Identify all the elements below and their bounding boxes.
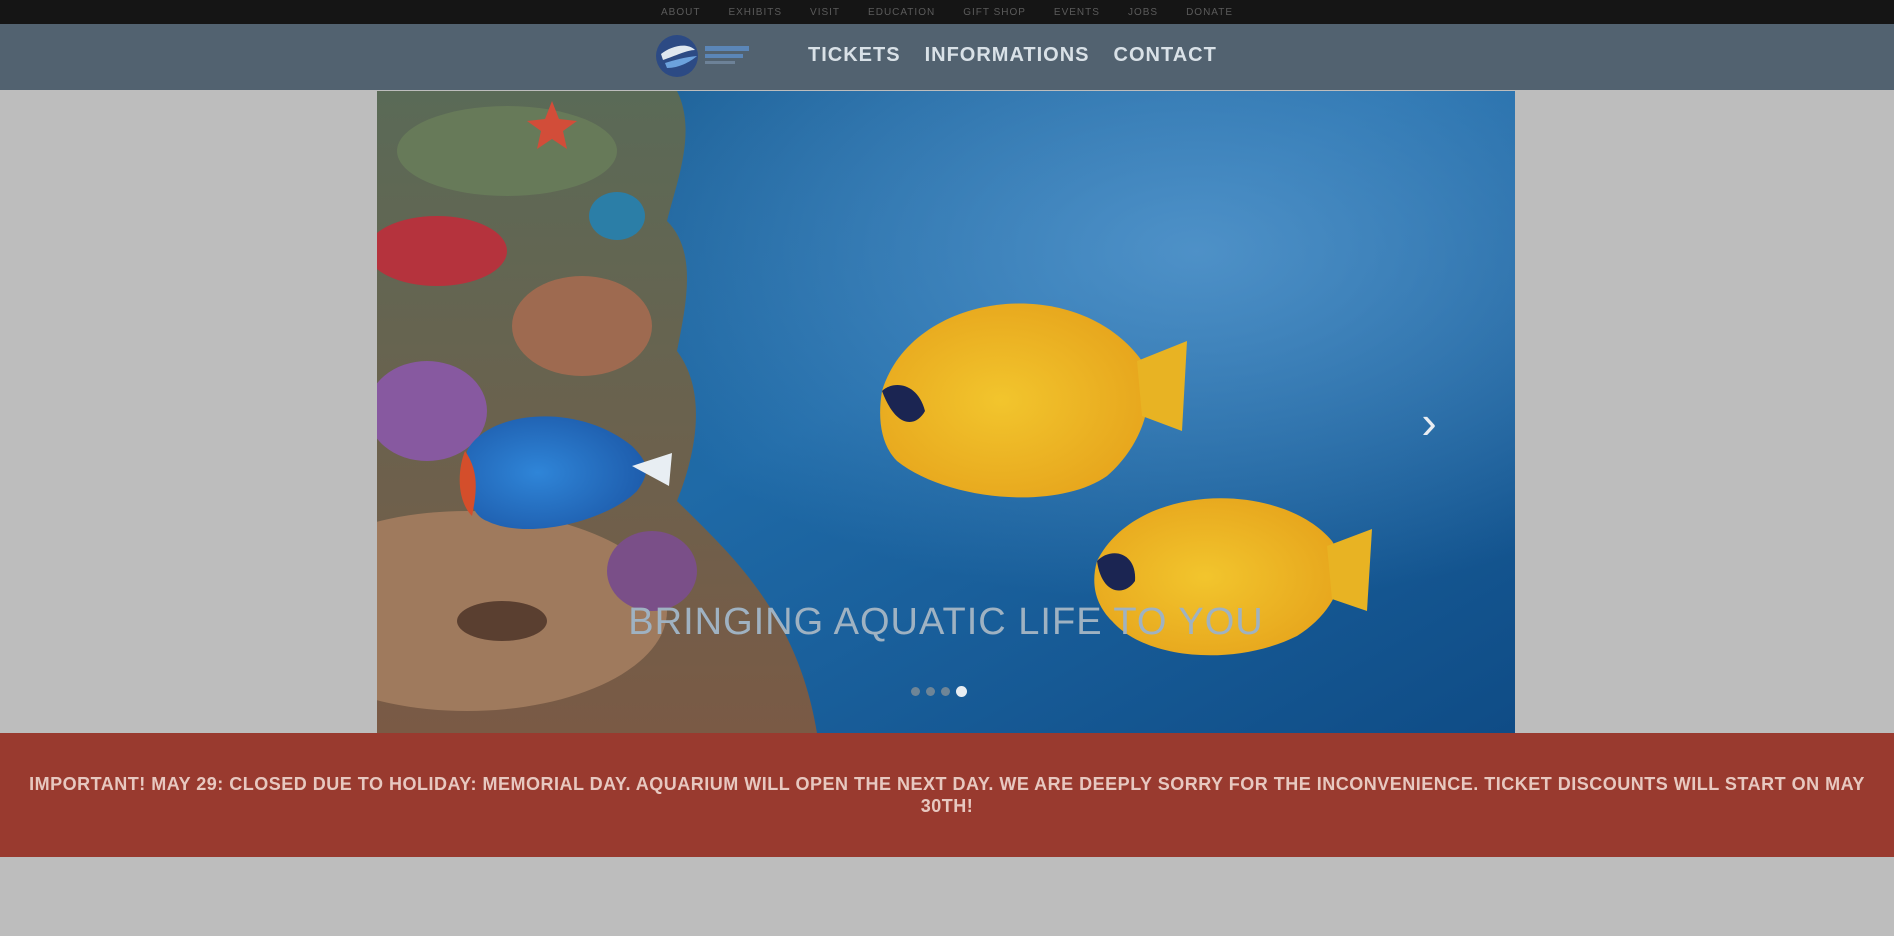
top-utility-bar: About Exhibits Visit Education Gift Shop… [0, 0, 1894, 24]
hero-caption: BRINGING AQUATIC LIFE TO YOU [628, 601, 1264, 643]
top-link-donate[interactable]: Donate [1186, 7, 1233, 18]
top-link-about[interactable]: About [661, 7, 700, 18]
carousel-dot-1[interactable] [911, 687, 920, 696]
chevron-right-icon[interactable]: › [1411, 397, 1447, 447]
top-link-visit[interactable]: Visit [810, 7, 840, 18]
top-link-events[interactable]: Events [1054, 7, 1100, 18]
top-link-jobs[interactable]: Jobs [1128, 7, 1158, 18]
page-bottom [0, 857, 1894, 936]
site-logo[interactable] [655, 32, 765, 80]
carousel-dots [911, 686, 967, 697]
nav-contact[interactable]: CONTACT [1114, 44, 1217, 67]
notice-text: IMPORTANT! MAY 29: CLOSED DUE TO HOLIDAY… [29, 774, 1865, 816]
notice-banner: IMPORTANT! MAY 29: CLOSED DUE TO HOLIDAY… [0, 733, 1894, 857]
nav-informations[interactable]: INFORMATIONS [925, 44, 1090, 67]
top-link-education[interactable]: Education [868, 7, 935, 18]
hero-carousel: BRINGING AQUATIC LIFE TO YOU › [377, 91, 1515, 733]
nav-tickets[interactable]: TICKETS [808, 44, 901, 67]
main-navbar: TICKETS INFORMATIONS CONTACT [0, 24, 1894, 90]
carousel-dot-3[interactable] [941, 687, 950, 696]
carousel-dot-4[interactable] [956, 686, 967, 697]
top-link-gift-shop[interactable]: Gift Shop [963, 7, 1026, 18]
top-link-exhibits[interactable]: Exhibits [728, 7, 782, 18]
carousel-dot-2[interactable] [926, 687, 935, 696]
